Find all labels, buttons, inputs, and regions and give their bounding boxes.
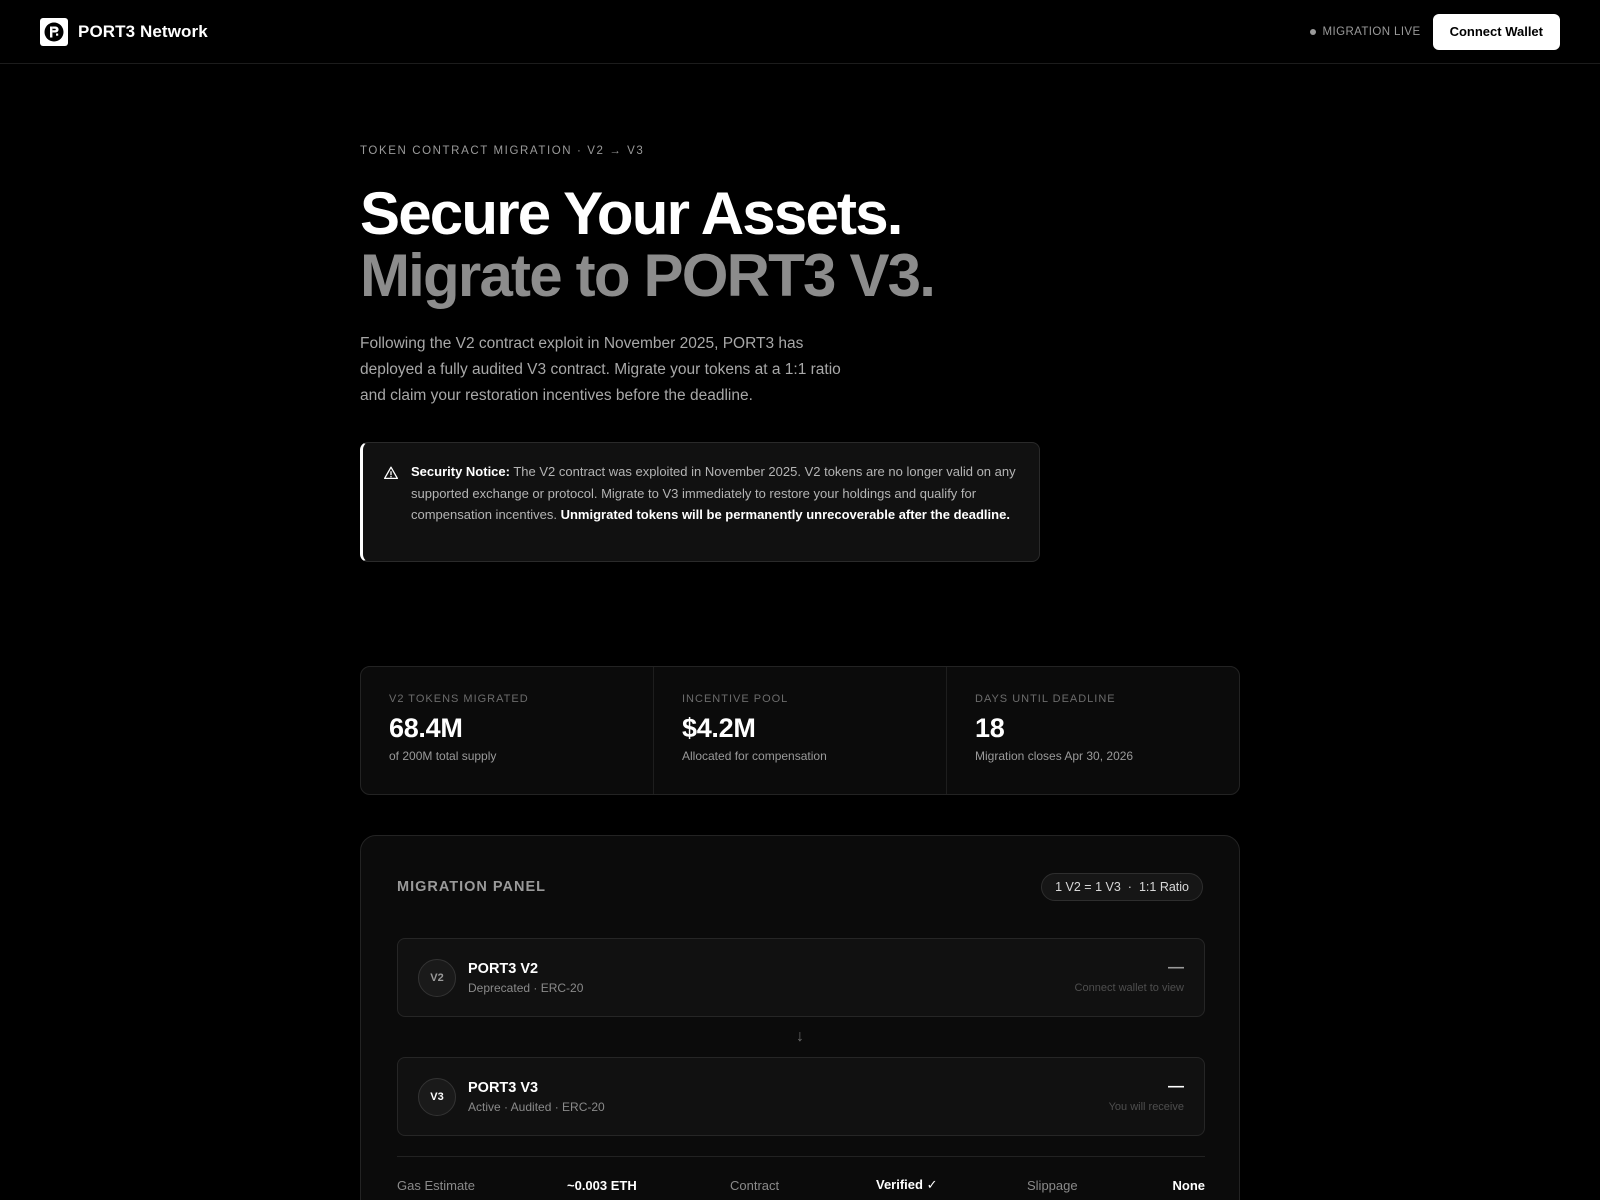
v3-token-name: PORT3 V3 <box>468 1079 539 1096</box>
v2-balance-hint: Connect wallet to view <box>1074 982 1184 994</box>
notice-title: Security Notice: <box>411 464 510 479</box>
migration-panel: MIGRATION PANEL 1 V2 = 1 V3 · 1:1 Ratio … <box>360 835 1240 1200</box>
v3-token-info: PORT3 V3 Active · Audited · ERC-20 <box>468 1080 605 1114</box>
to-token-v3[interactable]: V3 PORT3 V3 Active · Audited · ERC-20 — … <box>397 1057 1205 1136</box>
stat-incentive-pool: INCENTIVE POOL $4.2M Allocated for compe… <box>654 667 947 794</box>
migration-live-status: MIGRATION LIVE <box>1309 25 1421 38</box>
v2-balance-value: — <box>1168 959 1184 976</box>
contract-verified-value: Verified ✓ <box>876 1177 938 1192</box>
headline-line-1: Secure Your Assets. <box>360 180 903 247</box>
stat-value: $4.2M <box>682 713 756 743</box>
v3-token-badge: V3 <box>418 1077 456 1116</box>
migration-stats: V2 TOKENS MIGRATED 68.4M of 200M total s… <box>360 666 1240 795</box>
v3-receive-value: — <box>1168 1078 1184 1095</box>
slippage-label: Slippage <box>1027 1177 1078 1193</box>
stat-label: DAYS UNTIL DEADLINE <box>975 693 1116 705</box>
ratio-label: 1:1 Ratio <box>1138 880 1189 894</box>
hero-section: TOKEN CONTRACT MIGRATION · V2 → V3 Secur… <box>360 140 1060 409</box>
migration-panel-header: MIGRATION PANEL 1 V2 = 1 V3 · 1:1 Ratio <box>397 836 1203 938</box>
hero-description: Following the V2 contract exploit in Nov… <box>360 335 841 404</box>
migration-panel-title: MIGRATION PANEL <box>397 879 546 895</box>
migration-details: Gas Estimate ~0.003 ETH Contract Verifie… <box>397 1157 1205 1200</box>
security-notice: Security Notice: The V2 contract was exp… <box>360 442 1040 562</box>
ratio-separator: · <box>1127 880 1132 894</box>
headline-line-2: Migrate to PORT3 V3. <box>360 242 936 309</box>
live-status-label: MIGRATION LIVE <box>1322 25 1421 38</box>
notice-emphasis: Unmigrated tokens will be permanently un… <box>560 507 1010 522</box>
gas-estimate-label: Gas Estimate <box>397 1177 476 1193</box>
top-navigation-bar: PORT3 Network MIGRATION LIVE Connect Wal… <box>0 0 1600 64</box>
v2-token-badge: V2 <box>418 958 456 997</box>
header-actions: MIGRATION LIVE Connect Wallet <box>1309 13 1560 50</box>
arrow-down-icon: ↓ <box>796 1028 804 1045</box>
connect-wallet-button[interactable]: Connect Wallet <box>1432 13 1560 50</box>
gas-estimate-value: ~0.003 ETH <box>567 1177 637 1193</box>
port3-logo-icon <box>40 17 68 46</box>
stat-label: INCENTIVE POOL <box>682 693 789 705</box>
warning-icon <box>383 466 399 480</box>
stat-subtext: of 200M total supply <box>389 749 497 763</box>
security-notice-text: Security Notice: The V2 contract was exp… <box>411 461 1017 526</box>
v3-receive: — You will receive <box>1109 1078 1184 1113</box>
v2-token-name: PORT3 V2 <box>468 960 539 977</box>
v2-token-details: Deprecated · ERC-20 <box>468 980 584 995</box>
status-dot-icon <box>1309 28 1316 35</box>
v2-token-info: PORT3 V2 Deprecated · ERC-20 <box>468 961 583 995</box>
stat-days-until-deadline: DAYS UNTIL DEADLINE 18 Migration closes … <box>947 667 1239 794</box>
brand[interactable]: PORT3 Network <box>40 17 208 46</box>
slippage-value: None <box>1172 1177 1206 1193</box>
stat-subtext: Migration closes Apr 30, 2026 <box>975 749 1134 763</box>
hero-headline: Secure Your Assets. Migrate to PORT3 V3. <box>360 183 1060 307</box>
hero-eyebrow: TOKEN CONTRACT MIGRATION · V2 → V3 <box>360 145 645 157</box>
ratio-equation: 1 V2 = 1 V3 <box>1055 880 1121 894</box>
stat-label: V2 TOKENS MIGRATED <box>389 693 529 705</box>
stat-value: 68.4M <box>389 713 463 743</box>
v2-balance: — Connect wallet to view <box>1075 959 1184 994</box>
contract-label: Contract <box>730 1177 780 1193</box>
ratio-badge: 1 V2 = 1 V3 · 1:1 Ratio <box>1041 873 1203 901</box>
stat-tokens-migrated: V2 TOKENS MIGRATED 68.4M of 200M total s… <box>361 667 654 794</box>
v3-receive-hint: You will receive <box>1108 1101 1184 1113</box>
v3-token-details: Active · Audited · ERC-20 <box>468 1099 605 1114</box>
stat-subtext: Allocated for compensation <box>682 749 827 763</box>
brand-name: PORT3 Network <box>78 21 208 41</box>
stat-value: 18 <box>975 713 1005 743</box>
from-token-v2[interactable]: V2 PORT3 V2 Deprecated · ERC-20 — Connec… <box>397 938 1205 1017</box>
